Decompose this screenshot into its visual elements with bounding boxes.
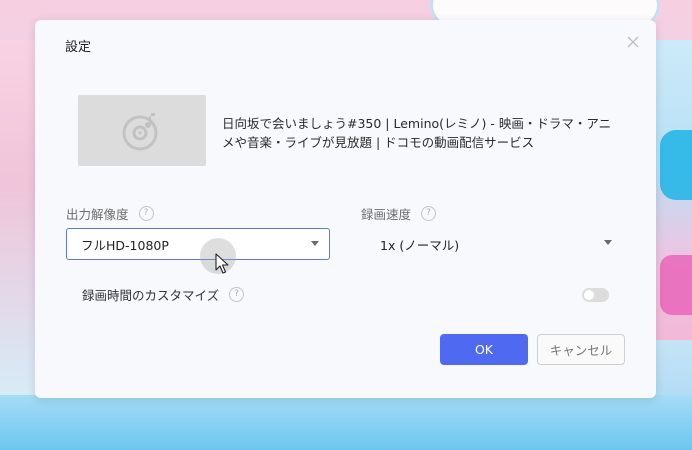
toggle-knob — [584, 290, 594, 300]
resolution-label: 出力解像度 ? — [66, 204, 154, 223]
cancel-button[interactable]: キャンセル — [537, 334, 625, 365]
resolution-label-text: 出力解像度 — [66, 207, 129, 222]
custom-time-toggle[interactable] — [582, 288, 609, 302]
speed-label-text: 録画速度 — [361, 207, 412, 222]
help-icon[interactable]: ? — [138, 206, 154, 221]
ok-button[interactable]: OK — [440, 334, 528, 365]
settings-dialog: 設定 日向坂で会いましょう#350 | Lemino(レミノ) - 映画・ドラマ… — [35, 20, 656, 398]
dialog-title: 設定 — [65, 40, 92, 55]
background-right-blob — [660, 130, 692, 200]
custom-time-label: 録画時間のカスタマイズ ? — [82, 285, 245, 304]
speed-select[interactable]: 1x (ノーマル) — [365, 228, 615, 260]
disc-icon — [122, 112, 158, 150]
background-bottom-sky — [0, 395, 692, 450]
help-icon[interactable]: ? — [421, 206, 437, 221]
custom-time-label-text: 録画時間のカスタマイズ — [82, 288, 220, 303]
chevron-down-icon — [604, 240, 612, 245]
resolution-selected-value: フルHD-1080P — [81, 237, 169, 253]
resolution-select[interactable]: フルHD-1080P — [66, 228, 330, 260]
mouse-cursor-icon — [215, 253, 229, 274]
close-icon[interactable] — [625, 34, 641, 50]
video-thumbnail — [78, 95, 206, 166]
background-right-pink — [660, 255, 692, 315]
speed-label: 録画速度 ? — [361, 204, 437, 223]
help-icon[interactable]: ? — [229, 287, 245, 302]
speed-selected-value: 1x (ノーマル) — [380, 237, 460, 253]
background-left-band — [0, 40, 40, 400]
video-title: 日向坂で会いましょう#350 | Lemino(レミノ) - 映画・ドラマ・アニ… — [222, 116, 612, 150]
chevron-down-icon — [311, 241, 319, 246]
